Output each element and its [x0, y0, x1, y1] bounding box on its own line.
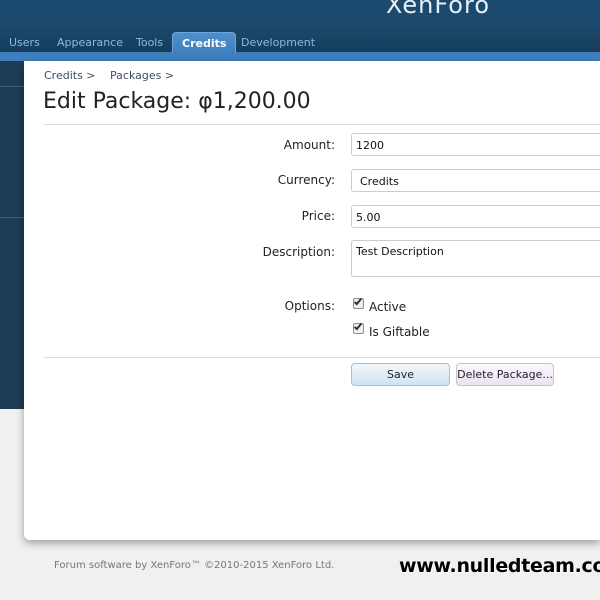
sidebar — [0, 61, 24, 409]
description-label: Description: — [262, 245, 335, 259]
title-divider — [44, 124, 600, 125]
admin-page: XenForo Users Appearance Tools Credits D… — [0, 0, 600, 600]
amount-input[interactable]: 1200 — [351, 133, 600, 156]
tab-stripe — [0, 53, 600, 61]
tab-credits[interactable]: Credits — [172, 32, 237, 54]
tab-development[interactable]: Development — [232, 33, 324, 53]
tab-users[interactable]: Users — [0, 33, 49, 53]
watermark-text: www.nulledteam.com — [399, 555, 600, 577]
currency-label: Currency: — [277, 173, 335, 187]
description-textarea[interactable]: Test Description — [351, 240, 600, 277]
active-checkbox[interactable] — [353, 296, 364, 309]
header-bar: XenForo — [0, 0, 600, 20]
active-label[interactable]: Active — [369, 300, 406, 314]
currency-select[interactable]: Credits — [351, 169, 600, 192]
giftable-label[interactable]: Is Giftable — [369, 325, 430, 339]
footer-copyright: Forum software by XenForo™ ©2010-2015 Xe… — [54, 560, 335, 571]
tab-appearance[interactable]: Appearance — [48, 33, 132, 53]
breadcrumb: Credits > Packages > — [44, 69, 185, 82]
tab-tools[interactable]: Tools — [127, 33, 172, 53]
xenforo-logo[interactable]: XenForo — [386, 0, 490, 19]
price-input[interactable]: 5.00 — [351, 205, 600, 228]
options-label: Options: — [284, 299, 335, 313]
sidebar-divider — [0, 217, 24, 218]
sidebar-divider — [0, 86, 24, 87]
amount-label: Amount: — [283, 138, 335, 152]
form-divider — [44, 357, 600, 358]
checkmark-icon — [353, 296, 363, 306]
breadcrumb-credits[interactable]: Credits > — [44, 69, 96, 82]
checkmark-icon — [353, 321, 363, 331]
breadcrumb-packages[interactable]: Packages > — [110, 69, 174, 82]
save-button[interactable]: Save — [351, 363, 450, 386]
content-panel: Credits > Packages > Edit Package: φ1,20… — [24, 61, 600, 540]
page-title: Edit Package: φ1,200.00 — [43, 89, 311, 114]
giftable-checkbox[interactable] — [353, 321, 364, 334]
tab-bar: Users Appearance Tools Credits Developme… — [0, 20, 600, 54]
delete-package-button[interactable]: Delete Package... — [456, 363, 554, 386]
price-label: Price: — [301, 209, 335, 223]
